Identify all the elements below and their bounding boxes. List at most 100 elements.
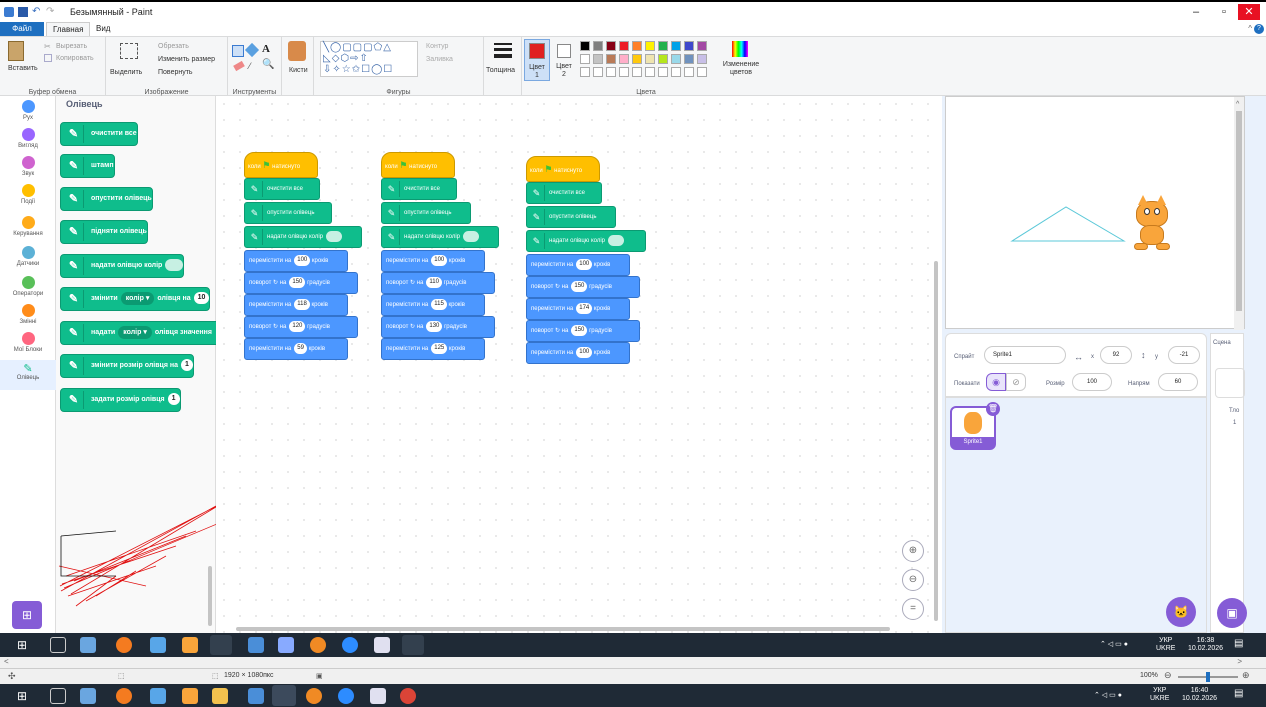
number-input[interactable]: 100 <box>431 254 448 266</box>
number-input[interactable]: 1 <box>167 393 180 406</box>
stage-target-panel[interactable]: Сцена Тло 1 ▣ <box>1210 333 1247 633</box>
page-scrollbar-thumb[interactable] <box>1236 111 1242 311</box>
category-variables[interactable]: Змінні <box>0 304 56 325</box>
zoom-in-button[interactable]: ⊕ <box>902 540 924 562</box>
color2-selector[interactable]: Цвет 2 <box>554 39 576 81</box>
palette-swatch-empty[interactable] <box>697 67 707 77</box>
task-view-icon[interactable] <box>50 637 66 653</box>
code-vscrollbar[interactable] <box>934 261 938 621</box>
color1-selector[interactable]: Цвет 1 <box>524 39 550 81</box>
palette-swatch[interactable] <box>593 54 603 64</box>
app-icon[interactable] <box>80 637 96 653</box>
app-icon[interactable] <box>278 637 294 653</box>
block-clear[interactable]: ✎ очистити все <box>60 122 138 146</box>
block-move[interactable]: перемістити на 100 кроків <box>244 250 348 272</box>
block-pen-down[interactable]: ✎ опустити олівець <box>244 202 332 224</box>
task-view-icon[interactable] <box>50 688 66 704</box>
category-my-blocks[interactable]: Мої Блоки <box>0 332 56 353</box>
app-icon[interactable] <box>116 637 132 653</box>
start-icon[interactable]: ⊞ <box>14 688 30 704</box>
clock[interactable]: 16:38 10.02.2026 <box>1188 637 1223 653</box>
number-input[interactable]: 125 <box>431 342 448 354</box>
block-pen-down[interactable]: ✎ опустити олівець <box>60 187 153 211</box>
scroll-left-icon[interactable]: < <box>4 657 9 666</box>
block-pen-down[interactable]: ✎ опустити олівець <box>381 202 471 224</box>
palette-swatch[interactable] <box>580 41 590 51</box>
number-input[interactable]: 10 <box>193 292 210 305</box>
number-input[interactable]: 150 <box>571 324 588 336</box>
zoom-app-icon[interactable] <box>342 637 358 653</box>
language-indicator[interactable]: УКР UKRE <box>1156 637 1175 653</box>
block-turn[interactable]: поворот ↻ на 150 градусів <box>526 320 640 342</box>
delete-sprite-icon[interactable]: 🗑 <box>986 402 1000 416</box>
language-indicator[interactable]: УКР UKRE <box>1150 687 1169 703</box>
app-icon[interactable] <box>306 688 322 704</box>
number-input[interactable]: 118 <box>294 298 310 310</box>
palette-swatch-empty[interactable] <box>658 67 668 77</box>
number-input[interactable]: 130 <box>426 320 443 332</box>
tab-file[interactable]: Файл <box>0 22 44 36</box>
palette-swatch-empty[interactable] <box>619 67 629 77</box>
category-sensing[interactable]: Датчики <box>0 246 56 267</box>
palette-swatch[interactable] <box>697 54 707 64</box>
number-input[interactable]: 1 <box>181 359 193 372</box>
palette-swatch[interactable] <box>606 54 616 64</box>
color-input[interactable] <box>463 230 480 242</box>
app-icon[interactable] <box>248 688 264 704</box>
app-icon[interactable] <box>374 637 390 653</box>
resize-button[interactable]: Изменить размер <box>158 56 215 63</box>
palette-swatch[interactable] <box>632 41 642 51</box>
block-clear[interactable]: ✎ очистити все <box>244 178 320 200</box>
palette-swatch-empty[interactable] <box>606 67 616 77</box>
block-clear[interactable]: ✎ очистити все <box>526 182 602 204</box>
magnifier-icon[interactable]: 🔍 <box>262 59 274 70</box>
number-input[interactable]: 150 <box>289 276 306 288</box>
scratch-app-icon[interactable] <box>182 637 198 653</box>
chrome-icon[interactable] <box>402 635 424 655</box>
select-icon[interactable] <box>120 43 138 59</box>
size-input[interactable]: 100 <box>1072 373 1112 391</box>
param-dropdown[interactable]: колір ▾ <box>120 291 155 305</box>
palette-swatch[interactable] <box>671 54 681 64</box>
stage-thumbnail[interactable] <box>1215 368 1245 398</box>
size-button[interactable]: Толщина <box>486 67 515 74</box>
palette-swatch[interactable] <box>645 41 655 51</box>
tab-view[interactable]: Вид <box>90 22 116 36</box>
number-input[interactable]: 110 <box>426 276 442 288</box>
zoom-app-icon[interactable] <box>338 688 354 704</box>
app-icon[interactable] <box>150 688 166 704</box>
copy-button[interactable]: Копировать <box>56 55 94 62</box>
when-flag-clicked-hat[interactable]: коли ⚑ натиснуто <box>381 152 455 178</box>
number-input[interactable]: 120 <box>289 320 306 332</box>
x-input[interactable]: 92 <box>1100 346 1132 364</box>
outline-button[interactable]: Контур <box>426 43 448 50</box>
eraser-icon[interactable] <box>233 60 245 72</box>
number-input[interactable]: 115 <box>431 298 447 310</box>
number-input[interactable]: 59 <box>294 342 307 354</box>
zoom-in-icon[interactable]: ⊕ <box>1242 670 1250 681</box>
palette-swatch-empty[interactable] <box>671 67 681 77</box>
block-set-pen-color[interactable]: ✎ надати олівцю колір <box>244 226 362 248</box>
block-move[interactable]: перемістити на 174 кроків <box>526 298 630 320</box>
text-icon[interactable]: A <box>262 43 270 55</box>
category-pen[interactable]: ✎ Олівець <box>0 360 56 390</box>
close-button[interactable]: ✕ <box>1238 4 1260 20</box>
app-icon[interactable] <box>80 688 96 704</box>
stage[interactable]: ^ <box>945 96 1245 330</box>
palette-swatch[interactable] <box>684 54 694 64</box>
color-input[interactable] <box>608 234 625 246</box>
block-turn[interactable]: поворот ↻ на 110 градусів <box>381 272 495 294</box>
palette-swatch[interactable] <box>580 54 590 64</box>
scroll-right-icon[interactable]: > <box>1237 657 1242 666</box>
number-input[interactable]: 100 <box>576 346 593 358</box>
number-input[interactable]: 100 <box>294 254 311 266</box>
direction-input[interactable]: 60 <box>1158 373 1198 391</box>
cut-button[interactable]: Вырезать <box>56 43 87 50</box>
block-move[interactable]: перемістити на 125 кроків <box>381 338 485 360</box>
sprite-name-input[interactable]: Sprite1 <box>984 346 1066 364</box>
palette-swatch-empty[interactable] <box>632 67 642 77</box>
minimize-button[interactable]: – <box>1182 4 1210 20</box>
block-move[interactable]: перемістити на 115 кроків <box>381 294 485 316</box>
color-input[interactable] <box>326 230 343 242</box>
palette-swatch-empty[interactable] <box>684 67 694 77</box>
